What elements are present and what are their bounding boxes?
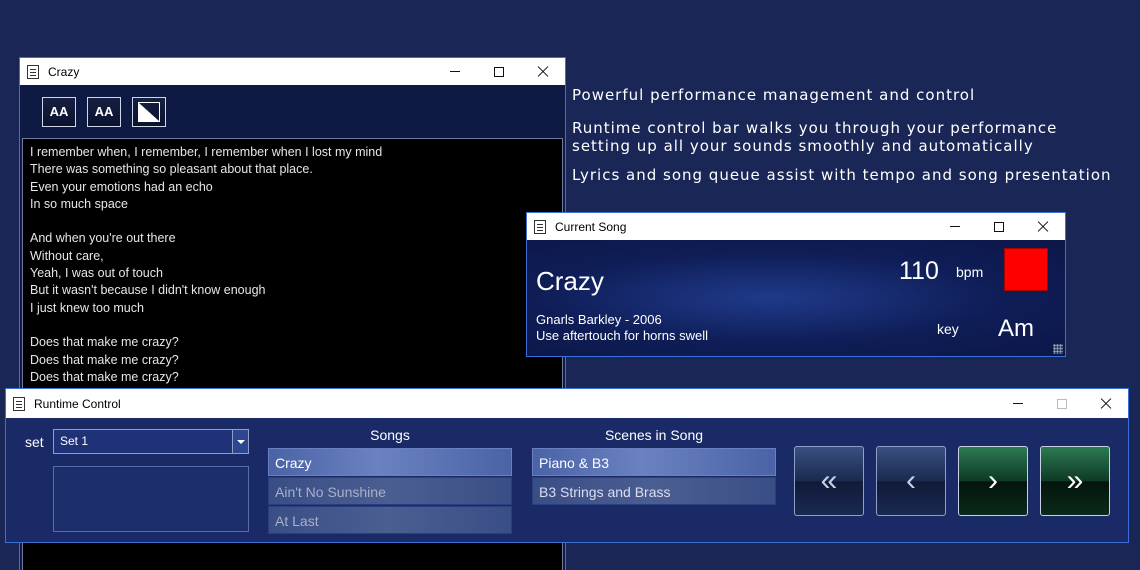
double-chevron-right-icon: »	[1066, 464, 1084, 497]
lyric-line: But it wasn't because I didn't know enou…	[30, 283, 266, 298]
lyrics-titlebar[interactable]: Crazy	[20, 58, 565, 85]
minimize-icon	[450, 71, 460, 72]
promo-line-3: Lyrics and song queue assist with tempo …	[572, 166, 1112, 184]
song-title: Crazy	[536, 266, 604, 296]
maximize-button[interactable]	[977, 213, 1021, 240]
current-song-body: Crazy 110 bpm Gnarls Barkley - 2006 Use …	[527, 240, 1065, 356]
current-song-titlebar[interactable]: Current Song	[527, 213, 1065, 240]
lyric-line: And when you're out there	[30, 231, 176, 246]
key-value: Am	[998, 315, 1034, 342]
minimize-icon	[1013, 403, 1023, 404]
font-decrease-button[interactable]: AA	[87, 96, 121, 127]
runtime-window-title: Runtime Control	[34, 396, 121, 411]
artist-year: Gnarls Barkley - 2006	[536, 312, 662, 327]
maximize-icon	[994, 221, 1004, 232]
lyric-line: Even your emotions had an echo	[30, 179, 213, 194]
font-decrease-icon: AA	[94, 104, 114, 119]
font-increase-button[interactable]: AA	[42, 96, 76, 127]
current-song-window-title: Current Song	[555, 219, 627, 234]
minimize-button[interactable]	[433, 58, 477, 85]
lyrics-window-title: Crazy	[48, 64, 80, 79]
close-icon	[1100, 398, 1112, 410]
song-item[interactable]: At Last	[268, 506, 512, 534]
lyric-line: Does that make me crazy?	[30, 352, 179, 367]
minimize-icon	[950, 226, 960, 227]
scenes-list: Piano & B3 B3 Strings and Brass	[532, 448, 776, 506]
next-song-button[interactable]: »	[1040, 446, 1110, 516]
song-item[interactable]: Ain't No Sunshine	[268, 477, 512, 505]
contrast-toggle-button[interactable]	[132, 96, 166, 127]
runtime-titlebar[interactable]: Runtime Control	[6, 389, 1128, 418]
runtime-body: set Set 1 Songs Crazy Ain't No Sunshine …	[6, 418, 1128, 542]
promo-line-1: Powerful performance management and cont…	[572, 86, 976, 104]
app-icon	[534, 219, 546, 234]
lyric-line: I just knew too much	[30, 300, 144, 315]
close-icon	[537, 66, 549, 78]
chevron-right-icon: ›	[988, 464, 998, 497]
promo-line-2a: Runtime control bar walks you through yo…	[572, 119, 1058, 137]
runtime-control-window: Runtime Control set Set 1 Songs Crazy Ai…	[5, 388, 1129, 543]
maximize-button	[1040, 390, 1084, 417]
scene-item[interactable]: Piano & B3	[532, 448, 776, 476]
set-select[interactable]: Set 1	[53, 429, 249, 454]
lyric-line: Without care,	[30, 248, 104, 263]
songs-list: Crazy Ain't No Sunshine At Last	[268, 448, 512, 535]
close-button[interactable]	[1021, 213, 1065, 240]
resize-grip-icon[interactable]	[1053, 344, 1063, 354]
songs-header: Songs	[370, 427, 410, 443]
lyric-line	[30, 317, 555, 334]
scene-item[interactable]: B3 Strings and Brass	[532, 477, 776, 505]
promo-line-2b: setting up all your sounds smoothly and …	[572, 137, 1034, 155]
set-select-value: Set 1	[60, 434, 89, 448]
chevron-down-icon[interactable]	[232, 430, 248, 453]
lyric-line: In so much space	[30, 196, 128, 211]
minimize-button[interactable]	[933, 213, 977, 240]
tempo-indicator	[1004, 248, 1048, 291]
minimize-button[interactable]	[996, 390, 1040, 417]
scenes-header: Scenes in Song	[604, 427, 704, 443]
lyric-line: Does that make me crazy?	[30, 335, 179, 350]
maximize-icon	[1057, 398, 1067, 409]
close-button[interactable]	[1084, 390, 1128, 417]
app-icon	[27, 64, 39, 79]
set-label: set	[25, 434, 44, 450]
lyric-line: Yeah, I was out of touch	[30, 266, 163, 281]
close-button[interactable]	[521, 58, 565, 85]
lyric-line: I remember when, I remember, I remember …	[30, 145, 383, 159]
double-chevron-left-icon: «	[820, 464, 838, 497]
tempo-value: 110	[899, 257, 939, 285]
app-icon	[13, 396, 25, 411]
song-item[interactable]: Crazy	[268, 448, 512, 476]
previous-scene-button[interactable]: ‹	[876, 446, 946, 516]
song-note: Use aftertouch for horns swell	[536, 328, 708, 343]
lyric-line: Does that make me crazy?	[30, 369, 179, 384]
lyric-line	[30, 213, 555, 230]
current-song-window: Current Song Crazy 110 bpm Gnarls Barkle…	[526, 212, 1066, 357]
tempo-unit: bpm	[956, 264, 984, 280]
next-scene-button[interactable]: ›	[958, 446, 1028, 516]
chevron-left-icon: ‹	[906, 464, 916, 497]
lyrics-toolbar: AA AA	[20, 85, 565, 138]
font-increase-icon: AA	[49, 104, 69, 119]
first-scene-button[interactable]: «	[794, 446, 864, 516]
lyric-line: There was something so pleasant about th…	[30, 162, 313, 177]
key-label: key	[937, 321, 959, 337]
maximize-icon	[494, 66, 504, 77]
set-info-box	[53, 466, 249, 532]
contrast-icon	[138, 101, 160, 122]
close-icon	[1037, 221, 1049, 233]
maximize-button[interactable]	[477, 58, 521, 85]
